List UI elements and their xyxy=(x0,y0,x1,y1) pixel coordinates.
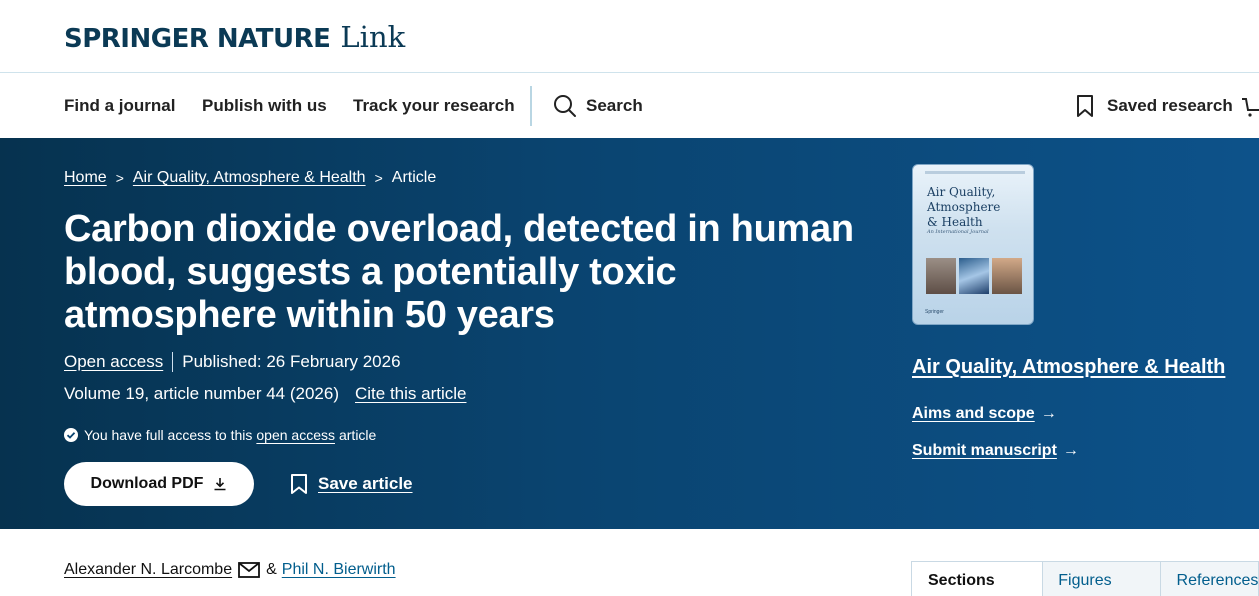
open-access-link[interactable]: Open access xyxy=(64,352,163,372)
breadcrumb: Home > Air Quality, Atmosphere & Health … xyxy=(64,169,436,187)
nav-publish-with-us[interactable]: Publish with us xyxy=(202,96,327,116)
brand-bar: SPRINGER NATURE Link xyxy=(0,0,1259,73)
aims-label: Aims and scope xyxy=(912,405,1035,422)
nav-track-research[interactable]: Track your research xyxy=(353,96,515,116)
bookmark-icon xyxy=(291,474,307,494)
access-prefix: You have full access to this xyxy=(84,427,253,443)
access-open-access-link[interactable]: open access xyxy=(256,427,335,443)
article-tabs: Sections Figures References xyxy=(911,561,1259,596)
cart-icon[interactable] xyxy=(1242,96,1259,118)
cover-title: Air Quality, Atmosphere & Health xyxy=(927,185,1001,229)
brand-name: SPRINGER NATURE xyxy=(64,24,331,54)
cover-header-strip xyxy=(925,171,1025,174)
journal-name-link[interactable]: Air Quality, Atmosphere & Health xyxy=(912,356,1225,379)
brand-link-word: Link xyxy=(340,20,406,54)
breadcrumb-journal[interactable]: Air Quality, Atmosphere & Health xyxy=(133,169,366,187)
access-notice: You have full access to this open access… xyxy=(64,427,376,443)
cover-image xyxy=(959,258,989,294)
cover-image xyxy=(992,258,1022,294)
arrow-right-icon: → xyxy=(1040,405,1057,422)
cover-publisher: Springer xyxy=(925,309,944,315)
nav-find-journal[interactable]: Find a journal xyxy=(64,96,175,116)
saved-research-label: Saved research xyxy=(1107,96,1233,115)
email-icon[interactable] xyxy=(238,562,260,578)
springer-nature-link-logo[interactable]: SPRINGER NATURE Link xyxy=(64,20,405,54)
author-link[interactable]: Alexander N. Larcombe xyxy=(64,561,232,579)
saved-research-button[interactable]: Saved research xyxy=(1075,94,1233,118)
article-title: Carbon dioxide overload, detected in hum… xyxy=(64,208,854,336)
author-link[interactable]: Phil N. Bierwirth xyxy=(282,561,396,579)
bookmark-icon xyxy=(1077,95,1093,117)
search-label: Search xyxy=(586,96,643,115)
submit-manuscript-link[interactable]: Submit manuscript → xyxy=(912,442,1079,460)
tab-figures[interactable]: Figures xyxy=(1043,562,1161,596)
cover-subtitle: An International Journal xyxy=(927,229,989,235)
check-circle-icon xyxy=(64,428,78,442)
author-list: Alexander N. Larcombe & Phil N. Bierwirt… xyxy=(64,561,396,579)
chevron-right-icon: > xyxy=(115,170,124,186)
save-article-button[interactable]: Save article xyxy=(290,473,413,495)
download-icon xyxy=(214,478,226,491)
tab-references[interactable]: References xyxy=(1160,562,1258,596)
article-citation-row: Volume 19, article number 44 (2026) Cite… xyxy=(64,384,466,404)
search-button[interactable]: Search xyxy=(553,94,643,118)
breadcrumb-home[interactable]: Home xyxy=(64,169,107,187)
volume-info: Volume 19, article number 44 (2026) xyxy=(64,384,339,403)
aims-and-scope-link[interactable]: Aims and scope → xyxy=(912,405,1057,423)
meta-divider xyxy=(172,352,174,372)
journal-cover[interactable]: Air Quality, Atmosphere & Health An Intern… xyxy=(912,164,1034,325)
main-nav: Find a journal Publish with us Track you… xyxy=(0,74,1259,138)
access-suffix: article xyxy=(338,427,377,443)
breadcrumb-current: Article xyxy=(391,169,437,186)
search-icon xyxy=(554,95,576,117)
save-article-label: Save article xyxy=(318,474,413,493)
nav-divider xyxy=(530,86,532,126)
submit-label: Submit manuscript xyxy=(912,442,1057,459)
download-pdf-label: Download PDF xyxy=(90,475,204,492)
article-meta: Open access Published: 26 February 2026 xyxy=(64,352,401,372)
published-date: Published: 26 February 2026 xyxy=(182,352,401,371)
article-hero: Home > Air Quality, Atmosphere & Health … xyxy=(0,138,1259,529)
chevron-right-icon: > xyxy=(374,170,383,186)
cite-this-article-link[interactable]: Cite this article xyxy=(355,384,466,404)
tab-sections[interactable]: Sections xyxy=(912,562,1044,596)
author-separator: & xyxy=(266,561,277,578)
download-pdf-button[interactable]: Download PDF xyxy=(64,462,254,506)
cover-image xyxy=(926,258,956,294)
arrow-right-icon: → xyxy=(1062,442,1079,459)
